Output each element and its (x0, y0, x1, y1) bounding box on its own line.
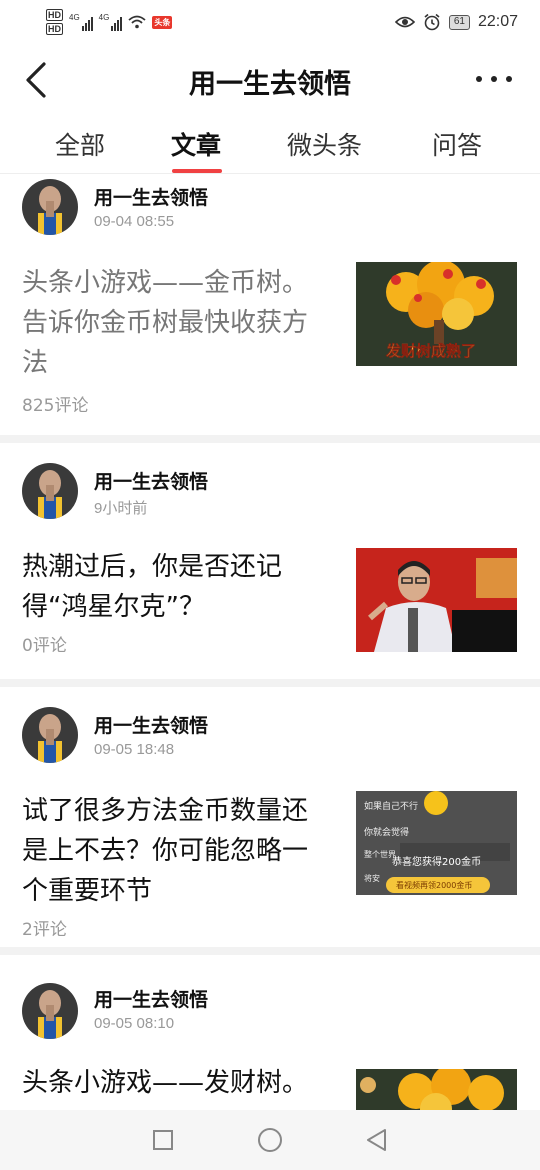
comment-count: 2评论 (22, 920, 67, 940)
thumbnail-text: 如果自己不行 (364, 802, 419, 812)
hd-badge: HD (46, 9, 63, 21)
author-name[interactable]: 用一生去领悟 (94, 467, 208, 494)
news-app-icon: 头条 (152, 15, 173, 29)
avatar[interactable] (22, 983, 78, 1039)
thumbnail-button: 看视频再领2000金币 (396, 881, 473, 890)
author-name[interactable]: 用一生去领悟 (94, 183, 208, 210)
article-item[interactable]: 用一生去领悟 09-05 08:10 头条小游戏——发财树。 (0, 955, 540, 1110)
square-icon (153, 1130, 174, 1150)
post-time: 09-05 18:48 (94, 741, 175, 758)
hd-badge: HD (46, 23, 63, 35)
thumbnail-text: 恭喜您获得200金币 (392, 857, 482, 868)
article-title[interactable]: 头条小游戏——发财树。 (22, 1063, 342, 1103)
post-time: 9小时前 (94, 500, 148, 517)
status-right: 61 22:07 (394, 13, 518, 31)
avatar[interactable] (22, 463, 78, 519)
tab-all[interactable]: 全部 (55, 126, 105, 162)
home-button[interactable] (255, 1125, 285, 1155)
article-thumbnail[interactable] (356, 548, 517, 652)
tab-bar: 全部 文章 微头条 问答 (0, 116, 540, 174)
article-title[interactable]: 热潮过后，你是否还记得“鸿星尔克”？ (22, 547, 332, 627)
triangle-back-icon (366, 1129, 386, 1151)
more-options-icon[interactable] (476, 76, 512, 82)
tab-articles[interactable]: 文章 (171, 126, 221, 162)
tab-qa[interactable]: 问答 (432, 126, 482, 162)
wifi-icon (128, 15, 146, 29)
back-button[interactable] (362, 1125, 392, 1155)
article-thumbnail[interactable] (356, 1069, 517, 1110)
article-feed[interactable]: 用一生去领悟 09-04 08:55 头条小游戏——金币树。告诉你金币树最快收获… (0, 175, 540, 1110)
status-bar: HD HD 4G 4G 头条 61 22:07 (0, 0, 540, 44)
network-type: 4G (98, 13, 110, 22)
hd-indicators: HD HD (46, 9, 63, 35)
recent-apps-button[interactable] (148, 1125, 178, 1155)
clock: 22:07 (477, 13, 518, 30)
avatar[interactable] (22, 707, 78, 763)
article-item[interactable]: 用一生去领悟 9小时前 热潮过后，你是否还记得“鸿星尔克”？ 0评论 (0, 443, 540, 679)
post-time: 09-05 08:10 (94, 1015, 175, 1032)
eye-icon (394, 16, 415, 28)
article-title[interactable]: 头条小游戏——金币树。告诉你金币树最快收获方法 (22, 263, 332, 383)
comment-count: 0评论 (22, 636, 67, 656)
article-item[interactable]: 用一生去领悟 09-04 08:55 头条小游戏——金币树。告诉你金币树最快收获… (0, 175, 540, 435)
active-tab-indicator (172, 169, 222, 173)
battery-icon: 61 (448, 14, 470, 30)
feed-divider (0, 947, 540, 955)
thumbnail-text: 你就会觉得 (364, 828, 410, 838)
circle-icon (257, 1128, 282, 1152)
article-title[interactable]: 试了很多方法金币数量还是上不去？你可能忽略一个重要环节 (22, 791, 332, 911)
tab-micro-posts[interactable]: 微头条 (287, 126, 362, 162)
alarm-icon (424, 13, 440, 31)
feed-divider (0, 679, 540, 687)
feed-divider (0, 435, 540, 443)
header: 用一生去领悟 (0, 44, 540, 116)
signal-icon: 4G (99, 13, 123, 31)
article-thumbnail[interactable]: 如果自己不行 你就会觉得 整个世界 恭喜您获得200金币 将安 看视频再领200… (356, 791, 517, 895)
comment-count: 825评论 (22, 396, 89, 416)
author-name[interactable]: 用一生去领悟 (94, 711, 208, 738)
post-time: 09-04 08:55 (94, 213, 175, 230)
thumbnail-text: 将安 (364, 874, 380, 883)
article-thumbnail[interactable]: 发财树成熟了 (356, 262, 517, 366)
avatar[interactable] (22, 179, 78, 235)
status-left: HD HD 4G 4G 头条 (46, 9, 173, 35)
page-title: 用一生去领悟 (189, 69, 351, 100)
thumbnail-caption: 发财树成熟了 (386, 342, 477, 360)
signal-icon: 4G (69, 13, 93, 31)
network-type: 4G (69, 13, 80, 22)
system-nav-bar (0, 1110, 540, 1170)
article-item[interactable]: 用一生去领悟 09-05 18:48 试了很多方法金币数量还是上不去？你可能忽略… (0, 687, 540, 947)
author-name[interactable]: 用一生去领悟 (94, 985, 208, 1012)
